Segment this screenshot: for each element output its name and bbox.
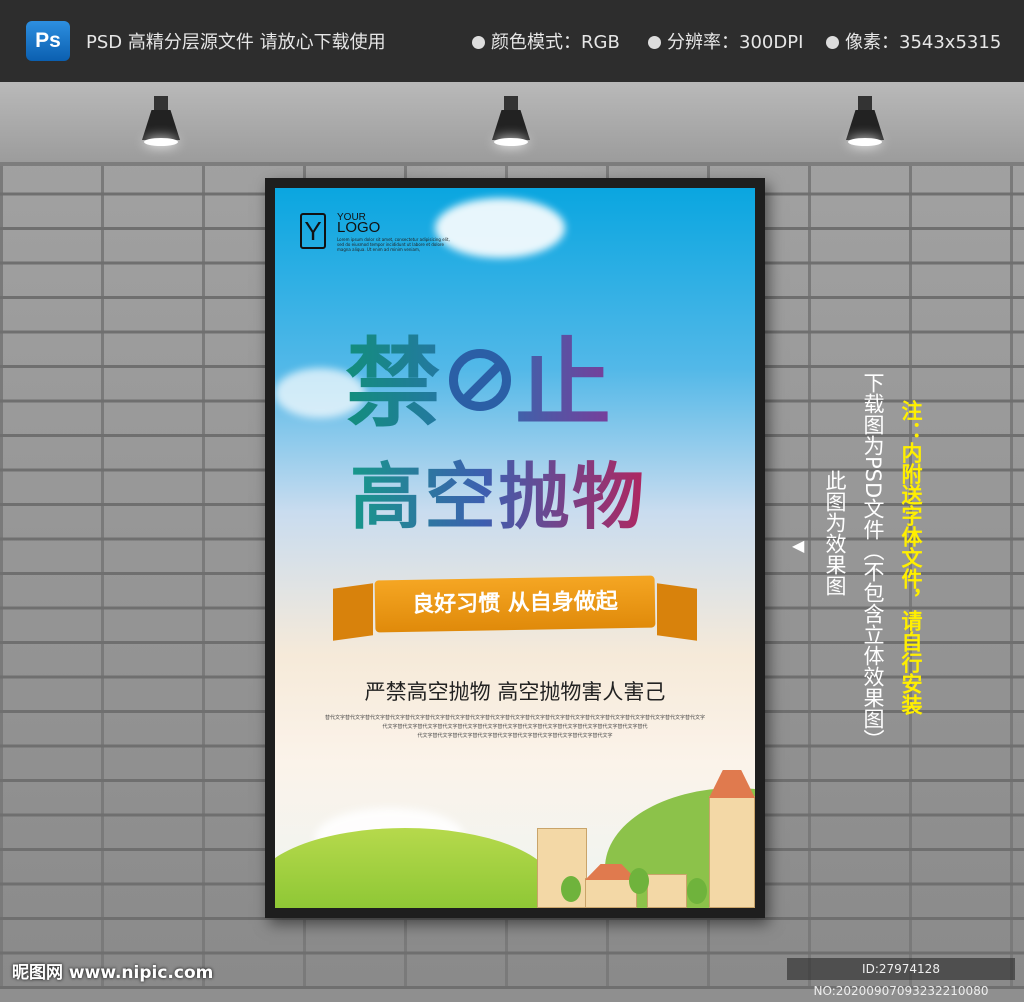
title-char: 禁 <box>345 328 445 440</box>
effect-note: 此图为效果图 <box>823 470 847 596</box>
image-id: ID:27974128 NO:20200907093232210080 <box>787 958 1015 998</box>
spec-text: 颜色模式：RGB <box>491 32 620 53</box>
building <box>647 874 687 908</box>
building <box>709 796 755 908</box>
bullet-icon <box>472 36 485 49</box>
logo-tagline: Lorem ipsum dolor sit amet, consectetur … <box>337 237 450 252</box>
logo-mark: Y <box>300 213 326 249</box>
roof <box>709 770 755 798</box>
title-char: 止 <box>515 328 615 440</box>
bullet-icon <box>826 36 839 49</box>
site-watermark: 昵图网 www.nipic.com <box>12 963 214 983</box>
filler-text: 代文字替代文字替代文字替代文字替代文字替代文字替代文字替代文字替代文字替代文字替… <box>382 724 648 730</box>
slogan: 严禁高空抛物 高空抛物害人害己 <box>364 680 666 704</box>
photoshop-icon: Ps <box>26 21 70 61</box>
tree <box>629 868 649 894</box>
spec-resolution: 分辨率：300DPI <box>648 28 803 54</box>
filler-text: 替代文字替代文字替代文字替代文字替代文字替代文字替代文字替代文字替代文字替代文字… <box>324 715 705 721</box>
poster-title: 禁止 <box>345 306 615 445</box>
pointer-arrow-icon: ◀ <box>792 536 805 555</box>
psd-note: 下载图为PSD文件（不包含立体效果图） <box>861 372 885 751</box>
file-description: PSD 高精分层源文件 请放心下载使用 <box>86 32 386 53</box>
spec-text: 像素：3543x5315 <box>845 32 1002 53</box>
spotlight-icon <box>138 96 184 152</box>
spec-text: 分辨率：300DPI <box>667 32 804 53</box>
spotlight-icon <box>842 96 888 152</box>
cloud <box>435 198 565 258</box>
bullet-icon <box>648 36 661 49</box>
tree <box>687 878 707 904</box>
top-info-bar: Ps PSD 高精分层源文件 请放心下载使用 颜色模式：RGB 分辨率：300D… <box>0 0 1024 82</box>
prohibited-icon <box>449 349 511 411</box>
font-note: 注：内附送字体文件，请自行安装 <box>899 400 923 715</box>
poster: Y YOUR LOGO Lorem ipsum dolor sit amet, … <box>275 188 755 908</box>
ribbon-banner: 良好习惯 从自身做起 <box>374 575 656 633</box>
poster-frame: Y YOUR LOGO Lorem ipsum dolor sit amet, … <box>265 178 765 918</box>
ribbon-end <box>657 583 697 641</box>
spotlight-icon <box>488 96 534 152</box>
logo-text: LOGO <box>337 219 381 236</box>
poster-subtitle: 高空抛物 <box>350 438 646 543</box>
spec-pixels: 像素：3543x5315 <box>826 28 1001 54</box>
tree <box>561 876 581 902</box>
spec-color-mode: 颜色模式：RGB <box>472 28 620 54</box>
hill <box>275 828 555 908</box>
filler-text: 代文字替代文字替代文字替代文字替代文字替代文字替代文字替代文字替代文字替代文字 <box>417 733 613 739</box>
ribbon-end <box>333 583 373 641</box>
